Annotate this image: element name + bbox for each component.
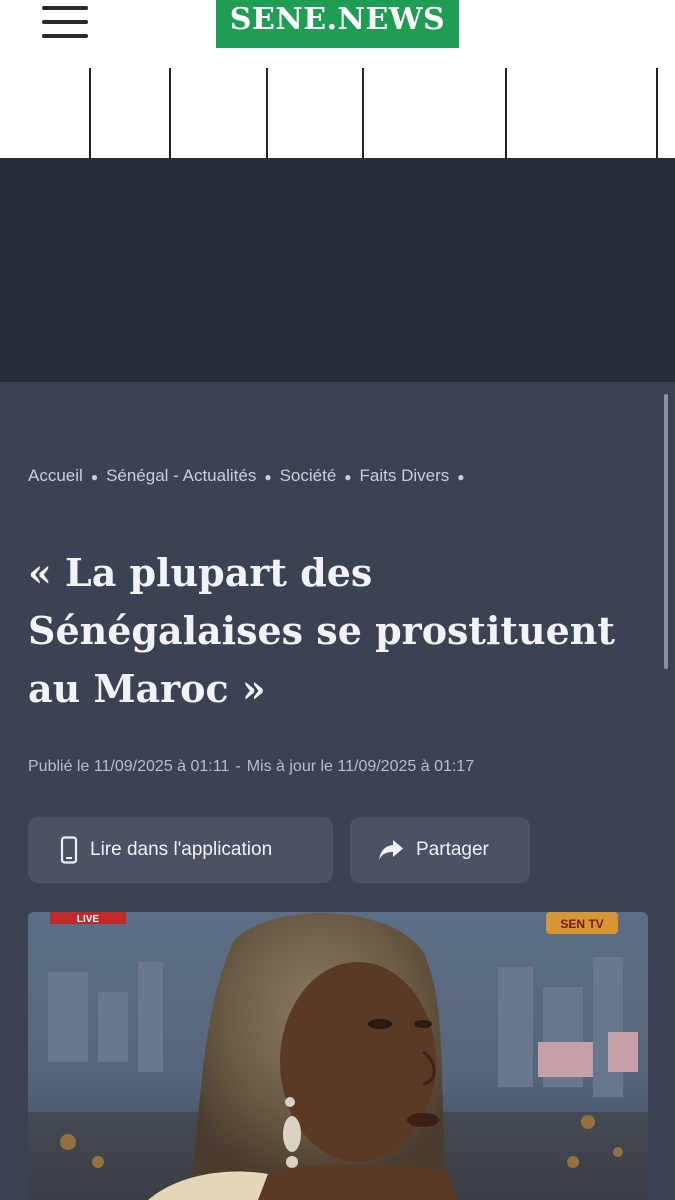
site-logo[interactable]: SENE.NEWS bbox=[216, 0, 459, 48]
article-title: « La plupart des Sénégalaises se prostit… bbox=[28, 550, 615, 711]
breadcrumb: Accueil ● Sénégal - Actualités ● Société ● Fai… bbox=[28, 466, 473, 486]
nav-separator bbox=[266, 68, 268, 158]
article-photo-image: LIVE SEN TV bbox=[28, 912, 648, 1200]
nav-separator bbox=[169, 68, 171, 158]
breadcrumb-item-accueil[interactable]: Accueil bbox=[28, 466, 83, 485]
breadcrumb-dot: ● bbox=[344, 469, 352, 484]
breadcrumb-item-senegal-actualites[interactable]: Sénégal - Actualités bbox=[106, 466, 256, 485]
breadcrumb-item-societe[interactable]: Société bbox=[280, 466, 337, 485]
share-button[interactable]: Partager bbox=[350, 817, 530, 883]
share-label: Partager bbox=[416, 839, 489, 860]
read-in-app-label: Lire dans l'application bbox=[90, 839, 273, 860]
live-badge: LIVE bbox=[77, 914, 100, 925]
nav-separator bbox=[656, 68, 658, 158]
breadcrumb-item-faits-divers[interactable]: Faits Divers bbox=[360, 466, 450, 485]
nav-separator bbox=[362, 68, 364, 158]
article-photo[interactable]: LIVE SEN TV bbox=[28, 912, 648, 1200]
published-date: Publié le 11/09/2025 à 01:11 bbox=[28, 758, 230, 775]
nav-separator bbox=[89, 68, 91, 158]
breadcrumb-dot: ● bbox=[90, 469, 99, 484]
nav-strip bbox=[0, 62, 675, 158]
channel-logo: SEN TV bbox=[560, 917, 603, 931]
ad-banner bbox=[0, 158, 675, 382]
breadcrumb-dot: ● bbox=[264, 469, 272, 484]
share-arrow-icon bbox=[379, 840, 403, 860]
site-header: SENE.NEWS bbox=[0, 0, 675, 62]
scrollbar[interactable] bbox=[664, 394, 668, 669]
smartphone-icon bbox=[60, 836, 78, 864]
updated-date: Mis à jour le 11/09/2025 à 01:17 bbox=[246, 758, 475, 775]
read-in-app-button[interactable]: Lire dans l'application bbox=[28, 817, 333, 883]
meta-separator: - bbox=[235, 758, 241, 775]
breadcrumb-dot: ● bbox=[457, 469, 465, 484]
hamburger-menu-icon[interactable] bbox=[42, 6, 88, 38]
article-meta: Publié le 11/09/2025 à 01:11- Mis à jour … bbox=[28, 758, 474, 776]
nav-separator bbox=[505, 68, 507, 158]
